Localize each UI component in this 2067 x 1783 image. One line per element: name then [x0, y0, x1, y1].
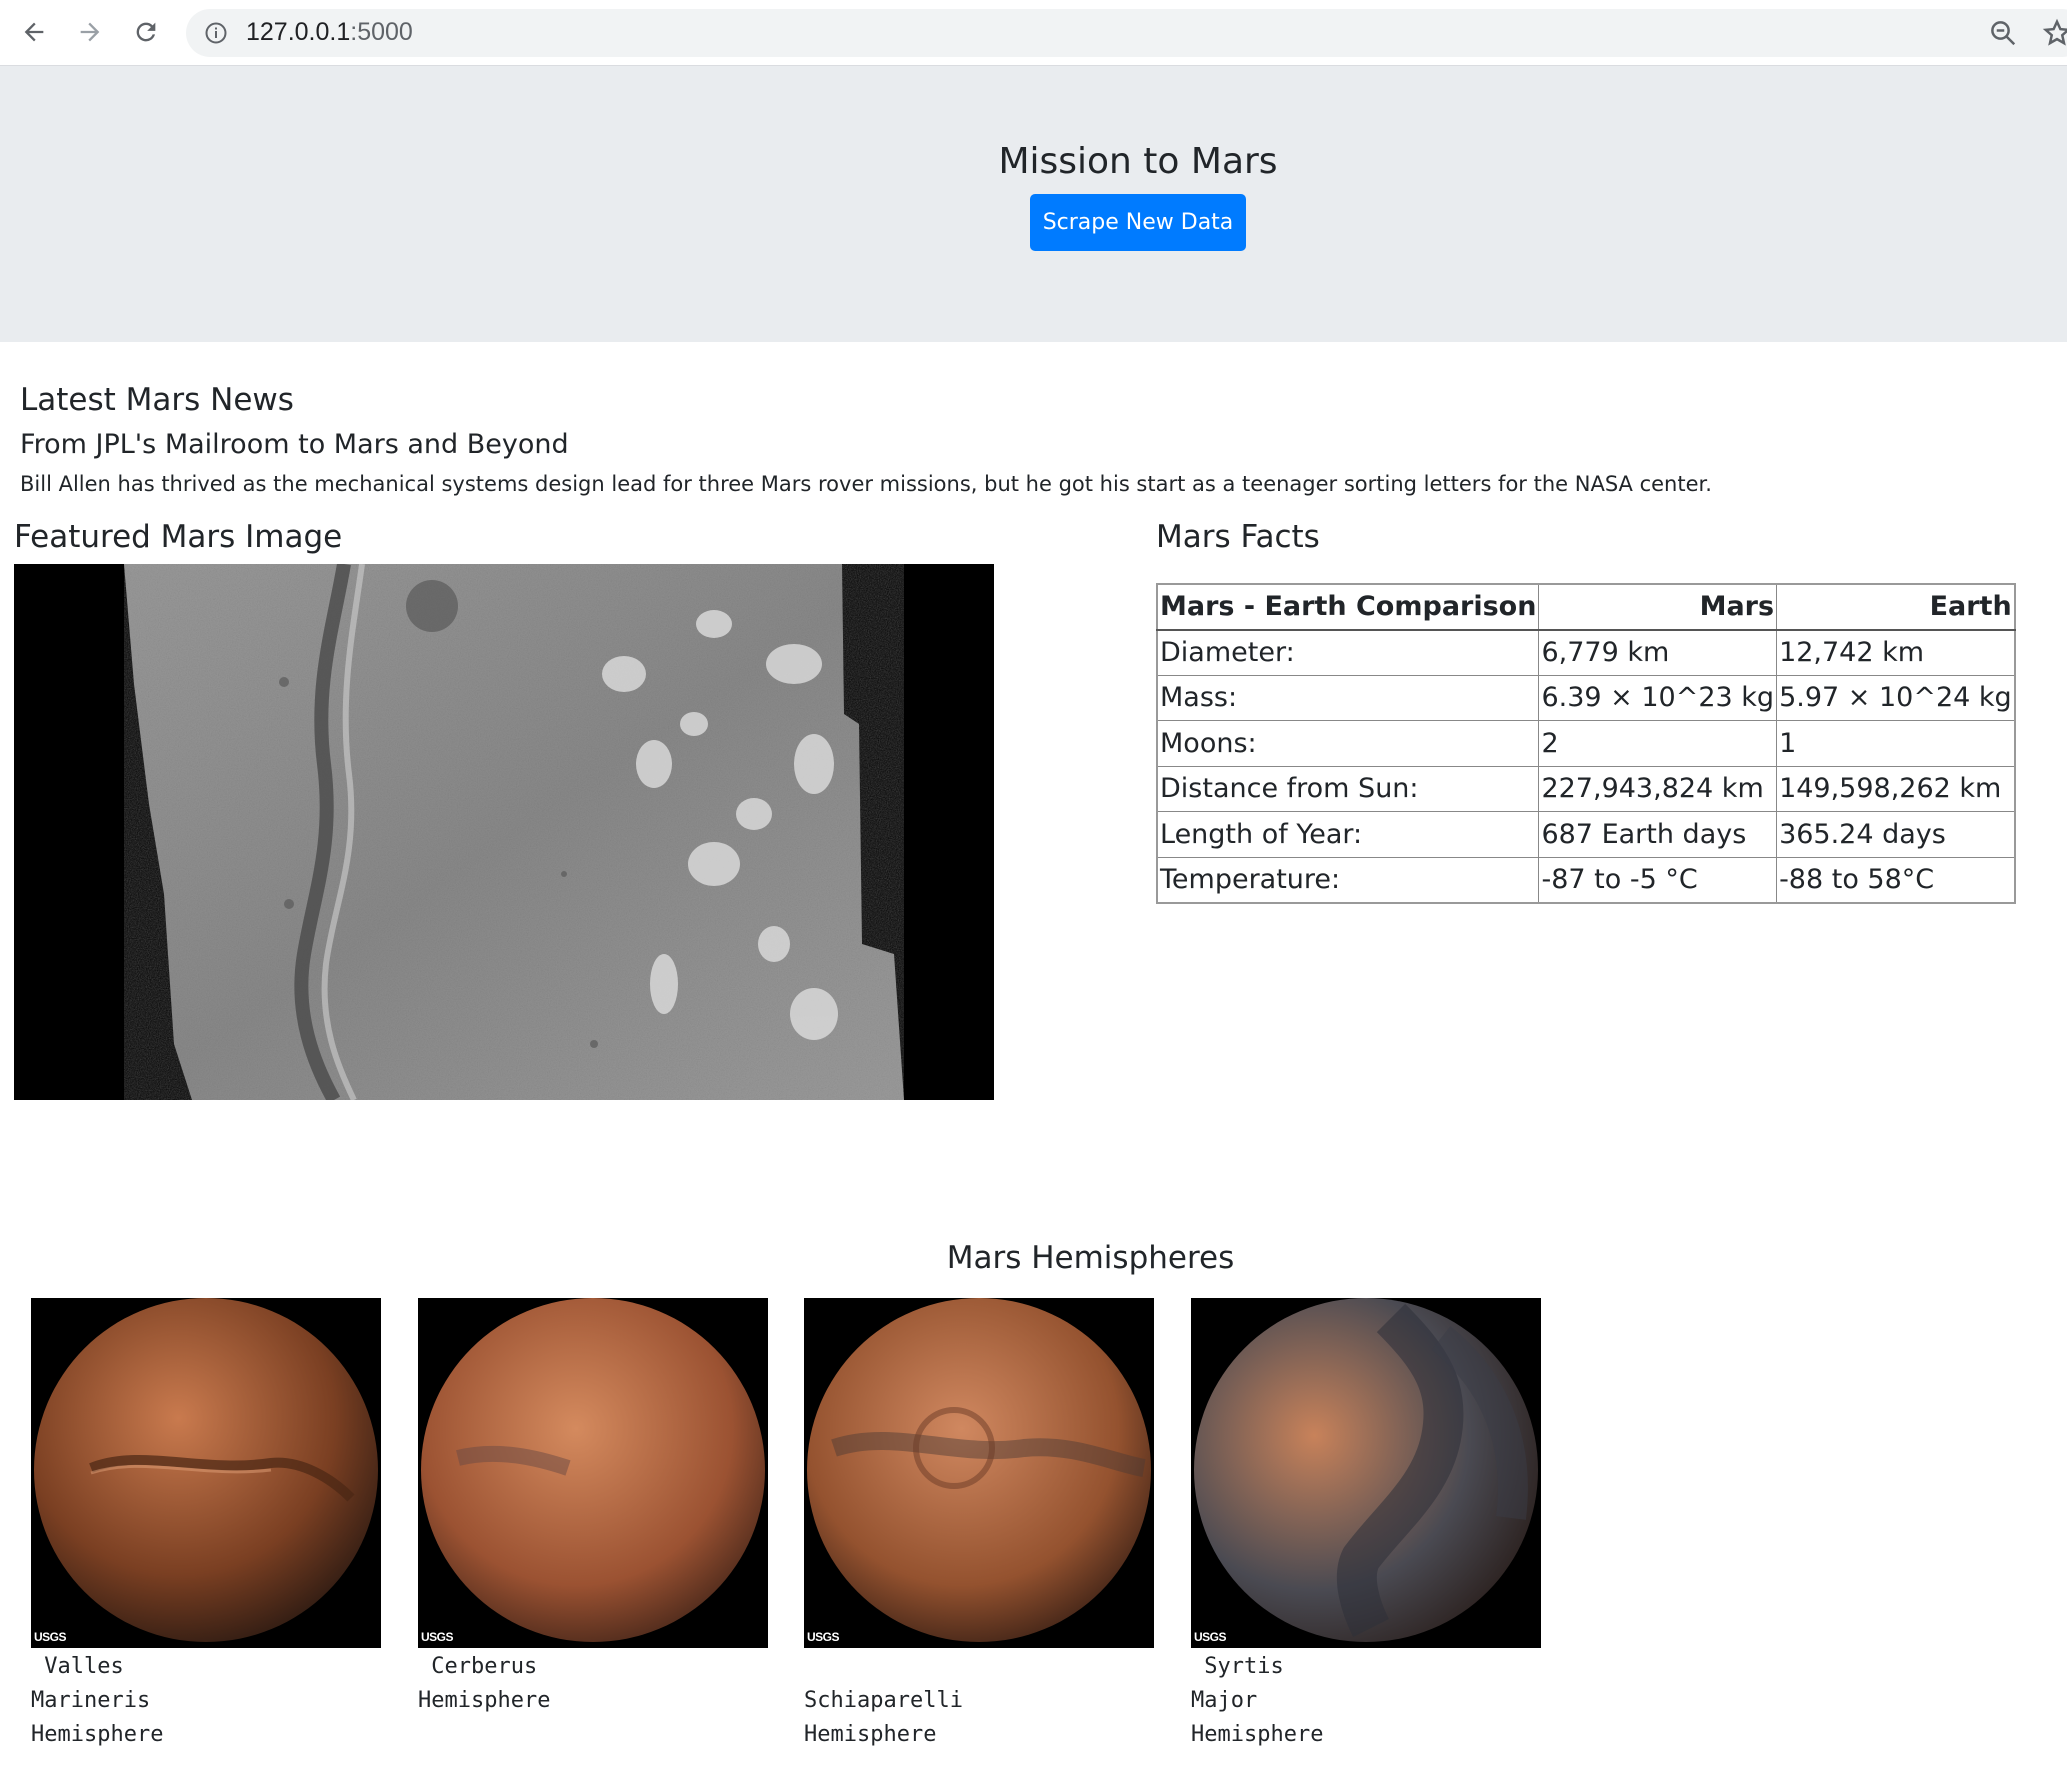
hemisphere-title: Valles Marineris Hemisphere: [31, 1654, 164, 1747]
hemisphere-title: Cerberus Hemisphere: [418, 1654, 551, 1713]
address-bar[interactable]: 127.0.0.1:5000: [186, 9, 2067, 57]
news-title: From JPL's Mailroom to Mars and Beyond: [20, 429, 569, 460]
fact-mars-value: 6.39 × 10^23 kg: [1538, 674, 1778, 721]
hemisphere-image[interactable]: USGS: [418, 1298, 768, 1648]
news-paragraph: Bill Allen has thrived as the mechanical…: [20, 472, 1712, 496]
bookmark-star-icon[interactable]: [2042, 18, 2067, 48]
fact-label: Moons:: [1156, 720, 1540, 767]
fact-earth-value: 5.97 × 10^24 kg: [1776, 674, 2016, 721]
fact-label: Length of Year:: [1156, 811, 1540, 858]
hemisphere-image[interactable]: USGS: [1191, 1298, 1541, 1648]
page-title: Mission to Mars: [998, 141, 1278, 182]
site-info-icon[interactable]: [204, 21, 228, 45]
table-row: Length of Year: 687 Earth days 365.24 da…: [1156, 811, 2016, 858]
fact-label: Temperature:: [1156, 856, 1540, 903]
fact-label: Diameter:: [1156, 629, 1540, 676]
hemisphere-image[interactable]: USGS: [31, 1298, 381, 1648]
hemisphere-card: USGS Cerberus Hemisphere: [418, 1298, 768, 1718]
fact-earth-value: 365.24 days: [1776, 811, 2016, 858]
fact-label: Mass:: [1156, 674, 1540, 721]
news-heading: Latest Mars News: [20, 382, 294, 418]
hemisphere-image[interactable]: USGS: [804, 1298, 1154, 1648]
scrape-new-data-button[interactable]: Scrape New Data: [1030, 194, 1246, 251]
browser-toolbar: 127.0.0.1:5000: [0, 0, 2067, 66]
back-arrow-icon[interactable]: [14, 12, 54, 52]
usgs-logo: USGS: [34, 1630, 67, 1644]
table-row: Diameter: 6,779 km 12,742 km: [1156, 629, 2016, 676]
hemisphere-card: USGS Syrtis Major Hemisphere: [1191, 1298, 1541, 1752]
hemisphere-card: USGS Schiaparelli Hemisphere: [804, 1298, 1154, 1752]
usgs-logo: USGS: [807, 1630, 840, 1644]
facts-header-row: Mars - Earth Comparison Mars Earth: [1156, 583, 2016, 631]
facts-column-header: Earth: [1776, 583, 2016, 631]
usgs-logo: USGS: [421, 1630, 454, 1644]
table-row: Distance from Sun: 227,943,824 km 149,59…: [1156, 765, 2016, 812]
fact-mars-value: 2: [1538, 720, 1778, 767]
fact-label: Distance from Sun:: [1156, 765, 1540, 812]
mars-facts-table: Mars - Earth Comparison Mars Earth Diame…: [1156, 583, 2016, 904]
table-row: Mass: 6.39 × 10^23 kg 5.97 × 10^24 kg: [1156, 674, 2016, 721]
fact-earth-value: 1: [1776, 720, 2016, 767]
usgs-logo: USGS: [1194, 1630, 1227, 1644]
featured-image-heading: Featured Mars Image: [14, 519, 343, 555]
facts-column-header: Mars: [1538, 583, 1778, 631]
forward-arrow-icon[interactable]: [70, 12, 110, 52]
hemisphere-card: USGS Valles Marineris Hemisphere: [31, 1298, 381, 1752]
fact-mars-value: -87 to -5 °C: [1538, 856, 1778, 903]
fact-earth-value: 149,598,262 km: [1776, 765, 2016, 812]
url-text[interactable]: 127.0.0.1:5000: [246, 18, 413, 47]
fact-earth-value: -88 to 58°C: [1776, 856, 2016, 903]
fact-earth-value: 12,742 km: [1776, 629, 2016, 676]
url-host: 127.0.0.1: [246, 18, 351, 46]
reload-icon[interactable]: [126, 12, 166, 52]
zoom-out-icon[interactable]: [1988, 18, 2018, 48]
featured-mars-image[interactable]: [14, 564, 994, 1100]
fact-mars-value: 227,943,824 km: [1538, 765, 1778, 812]
mars-facts-heading: Mars Facts: [1156, 519, 1320, 555]
table-row: Temperature: -87 to -5 °C -88 to 58°C: [1156, 856, 2016, 903]
fact-mars-value: 687 Earth days: [1538, 811, 1778, 858]
hemisphere-title: Syrtis Major Hemisphere: [1191, 1654, 1324, 1747]
jumbotron: Mission to Mars Scrape New Data: [0, 66, 2067, 342]
facts-column-header: Mars - Earth Comparison: [1156, 583, 1540, 631]
table-row: Moons: 2 1: [1156, 720, 2016, 767]
fact-mars-value: 6,779 km: [1538, 629, 1778, 676]
hemispheres-heading: Mars Hemispheres: [946, 1240, 1235, 1276]
url-port: :5000: [350, 18, 413, 46]
hemisphere-title: Schiaparelli Hemisphere: [804, 1688, 963, 1747]
